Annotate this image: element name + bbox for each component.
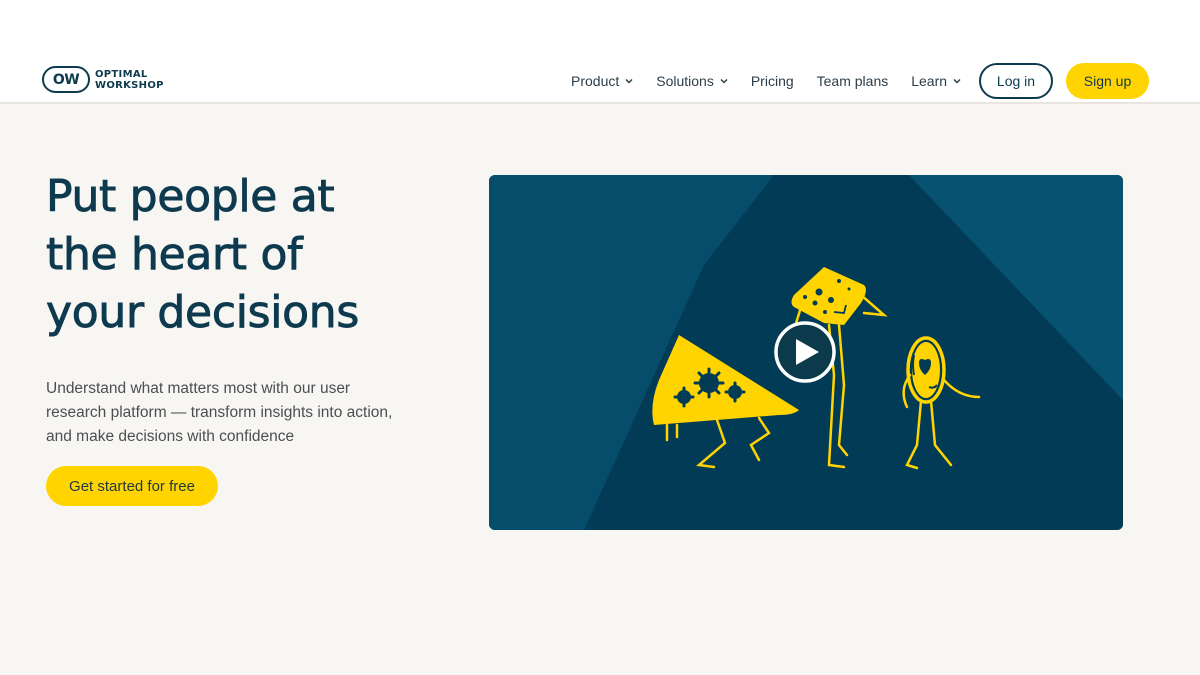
hero-title: Put people at the heart of your decision…	[46, 168, 466, 342]
hero-subtitle-line: and make decisions with confidence	[46, 428, 295, 445]
logo[interactable]: OW OPTIMAL WORKSHOP	[42, 66, 164, 93]
site-header: OW OPTIMAL WORKSHOP Product Solutions Pr…	[0, 0, 1200, 104]
hero-subtitle-line: Understand what matters most with our us…	[46, 380, 351, 397]
nav-item-product[interactable]: Product	[571, 72, 633, 90]
hero-title-line: Put people at	[46, 171, 336, 223]
get-started-button[interactable]: Get started for free	[46, 466, 218, 506]
nav-item-label: Pricing	[750, 73, 794, 89]
logo-line-1: OPTIMAL	[95, 68, 148, 80]
nav-item-learn[interactable]: Learn	[911, 72, 961, 90]
video-thumbnail-illustration	[489, 175, 1123, 530]
play-button[interactable]	[774, 321, 836, 383]
chevron-down-icon	[720, 78, 728, 84]
logo-line-2: WORKSHOP	[95, 79, 164, 91]
video-player[interactable]	[489, 175, 1123, 530]
logo-badge: OW	[42, 66, 90, 93]
signup-button[interactable]: Sign up	[1066, 63, 1149, 99]
nav-item-team-plans[interactable]: Team plans	[817, 72, 889, 90]
nav-item-label: Learn	[911, 73, 948, 89]
chevron-down-icon	[953, 78, 961, 84]
logo-wordmark: OPTIMAL WORKSHOP	[95, 69, 164, 91]
nav-item-solutions[interactable]: Solutions	[656, 72, 728, 90]
chevron-down-icon	[625, 78, 633, 84]
main-nav: Product Solutions Pricing Team plans Lea…	[571, 72, 984, 90]
nav-item-pricing[interactable]: Pricing	[751, 72, 794, 90]
hero-subtitle-line: research platform — transform insights i…	[46, 404, 393, 421]
nav-item-label: Product	[571, 73, 620, 89]
hero-title-line: your decisions	[46, 287, 360, 339]
hero-subtitle: Understand what matters most with our us…	[46, 377, 436, 449]
nav-item-label: Solutions	[656, 73, 714, 89]
nav-item-label: Team plans	[816, 73, 889, 89]
hero-title-line: the heart of	[46, 229, 303, 281]
login-button[interactable]: Log in	[979, 63, 1053, 99]
